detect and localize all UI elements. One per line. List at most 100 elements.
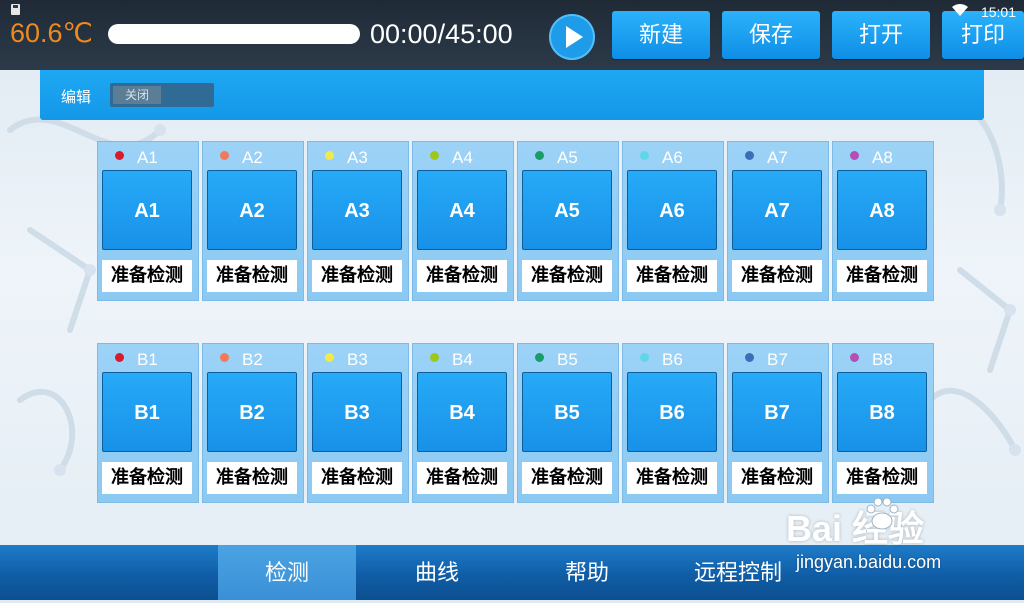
status-clock: 15:01 — [980, 4, 1016, 20]
tab-curve[interactable]: 曲线 — [368, 545, 506, 600]
well-color-dot-icon — [220, 151, 229, 160]
well-b6: B6 B6 准备检测 — [622, 343, 724, 503]
edit-label: 编辑 — [61, 88, 92, 106]
well-color-dot-icon — [220, 353, 229, 362]
well-b2: B2 B2 准备检测 — [202, 343, 304, 503]
well-b7: B7 B7 准备检测 — [727, 343, 829, 503]
well-color-dot-icon — [850, 353, 859, 362]
well-status: 准备检测 — [207, 462, 297, 494]
well-color-dot-icon — [850, 151, 859, 160]
well-a5: A5 A5 准备检测 — [517, 141, 619, 301]
well-color-dot-icon — [430, 353, 439, 362]
edit-toggle-state: 关闭 — [113, 86, 161, 104]
well-status: 准备检测 — [417, 462, 507, 494]
well-a1: A1 A1 准备检测 — [97, 141, 199, 301]
baidu-watermark: Bai 经验 jingyan.baidu.com — [786, 490, 986, 580]
play-button[interactable] — [549, 14, 595, 60]
well-label: B2 — [242, 350, 263, 369]
well-status: 准备检测 — [837, 260, 927, 292]
well-a8: A8 A8 准备检测 — [832, 141, 934, 301]
well-color-dot-icon — [745, 151, 754, 160]
well-label: B6 — [662, 350, 683, 369]
well-button[interactable]: A7 — [732, 170, 822, 250]
well-button[interactable]: A5 — [522, 170, 612, 250]
well-status: 准备检测 — [417, 260, 507, 292]
well-button[interactable]: B1 — [102, 372, 192, 452]
well-button[interactable]: A1 — [102, 170, 192, 250]
well-color-dot-icon — [115, 353, 124, 362]
well-a6: A6 A6 准备检测 — [622, 141, 724, 301]
sd-card-icon — [11, 4, 20, 15]
well-a7: A7 A7 准备检测 — [727, 141, 829, 301]
tab-help[interactable]: 帮助 — [518, 545, 656, 600]
well-color-dot-icon — [745, 353, 754, 362]
well-label: B4 — [452, 350, 473, 369]
well-a3: A3 A3 准备检测 — [307, 141, 409, 301]
watermark-logo: Bai 经验 — [786, 508, 925, 549]
well-status: 准备检测 — [627, 462, 717, 494]
temperature-readout: 60.6℃ — [10, 18, 93, 48]
well-label: A8 — [872, 148, 893, 167]
well-a2: A2 A2 准备检测 — [202, 141, 304, 301]
well-status: 准备检测 — [102, 260, 192, 292]
well-status: 准备检测 — [207, 260, 297, 292]
well-button[interactable]: B5 — [522, 372, 612, 452]
well-button[interactable]: B3 — [312, 372, 402, 452]
well-color-dot-icon — [640, 151, 649, 160]
well-b4: B4 B4 准备检测 — [412, 343, 514, 503]
well-status: 准备检测 — [627, 260, 717, 292]
well-button[interactable]: A2 — [207, 170, 297, 250]
watermark-url: jingyan.baidu.com — [796, 552, 942, 572]
well-button[interactable]: A3 — [312, 170, 402, 250]
well-color-dot-icon — [535, 353, 544, 362]
well-color-dot-icon — [535, 151, 544, 160]
well-button[interactable]: B8 — [837, 372, 927, 452]
well-status: 准备检测 — [522, 462, 612, 494]
well-b1: B1 B1 准备检测 — [97, 343, 199, 503]
well-color-dot-icon — [325, 151, 334, 160]
well-color-dot-icon — [640, 353, 649, 362]
well-button[interactable]: B4 — [417, 372, 507, 452]
well-status: 准备检测 — [312, 260, 402, 292]
run-timecode: 00:00/45:00 — [370, 19, 513, 49]
well-status: 准备检测 — [522, 260, 612, 292]
well-label: B5 — [557, 350, 578, 369]
well-label: A5 — [557, 148, 578, 167]
well-button[interactable]: B2 — [207, 372, 297, 452]
well-label: B8 — [872, 350, 893, 369]
wifi-icon — [952, 3, 968, 17]
well-button[interactable]: A8 — [837, 170, 927, 250]
well-label: B7 — [767, 350, 788, 369]
baidu-paw-icon — [866, 497, 899, 530]
edit-toggle[interactable]: 关闭 — [110, 83, 214, 107]
well-b8: B8 B8 准备检测 — [832, 343, 934, 503]
edit-bar: 编辑 关闭 — [40, 70, 984, 120]
open-button[interactable]: 打开 — [832, 11, 930, 59]
well-label: A7 — [767, 148, 788, 167]
well-label: B1 — [137, 350, 158, 369]
well-status: 准备检测 — [312, 462, 402, 494]
well-b5: B5 B5 准备检测 — [517, 343, 619, 503]
save-button[interactable]: 保存 — [722, 11, 820, 59]
well-button[interactable]: A4 — [417, 170, 507, 250]
top-bar: 60.6℃ 00:00/45:00 新建 保存 打开 打印 15:01 — [0, 0, 1024, 70]
tab-detect[interactable]: 检测 — [218, 545, 356, 600]
well-status: 准备检测 — [732, 260, 822, 292]
well-label: A2 — [242, 148, 263, 167]
well-b3: B3 B3 准备检测 — [307, 343, 409, 503]
well-label: A6 — [662, 148, 683, 167]
new-button[interactable]: 新建 — [612, 11, 710, 59]
well-color-dot-icon — [115, 151, 124, 160]
well-color-dot-icon — [430, 151, 439, 160]
well-a4: A4 A4 准备检测 — [412, 141, 514, 301]
well-label: B3 — [347, 350, 368, 369]
well-button[interactable]: A6 — [627, 170, 717, 250]
well-status: 准备检测 — [102, 462, 192, 494]
well-color-dot-icon — [325, 353, 334, 362]
well-button[interactable]: B6 — [627, 372, 717, 452]
well-button[interactable]: B7 — [732, 372, 822, 452]
well-label: A1 — [137, 148, 158, 167]
well-label: A4 — [452, 148, 473, 167]
run-progress-bar — [108, 24, 360, 44]
well-label: A3 — [347, 148, 368, 167]
